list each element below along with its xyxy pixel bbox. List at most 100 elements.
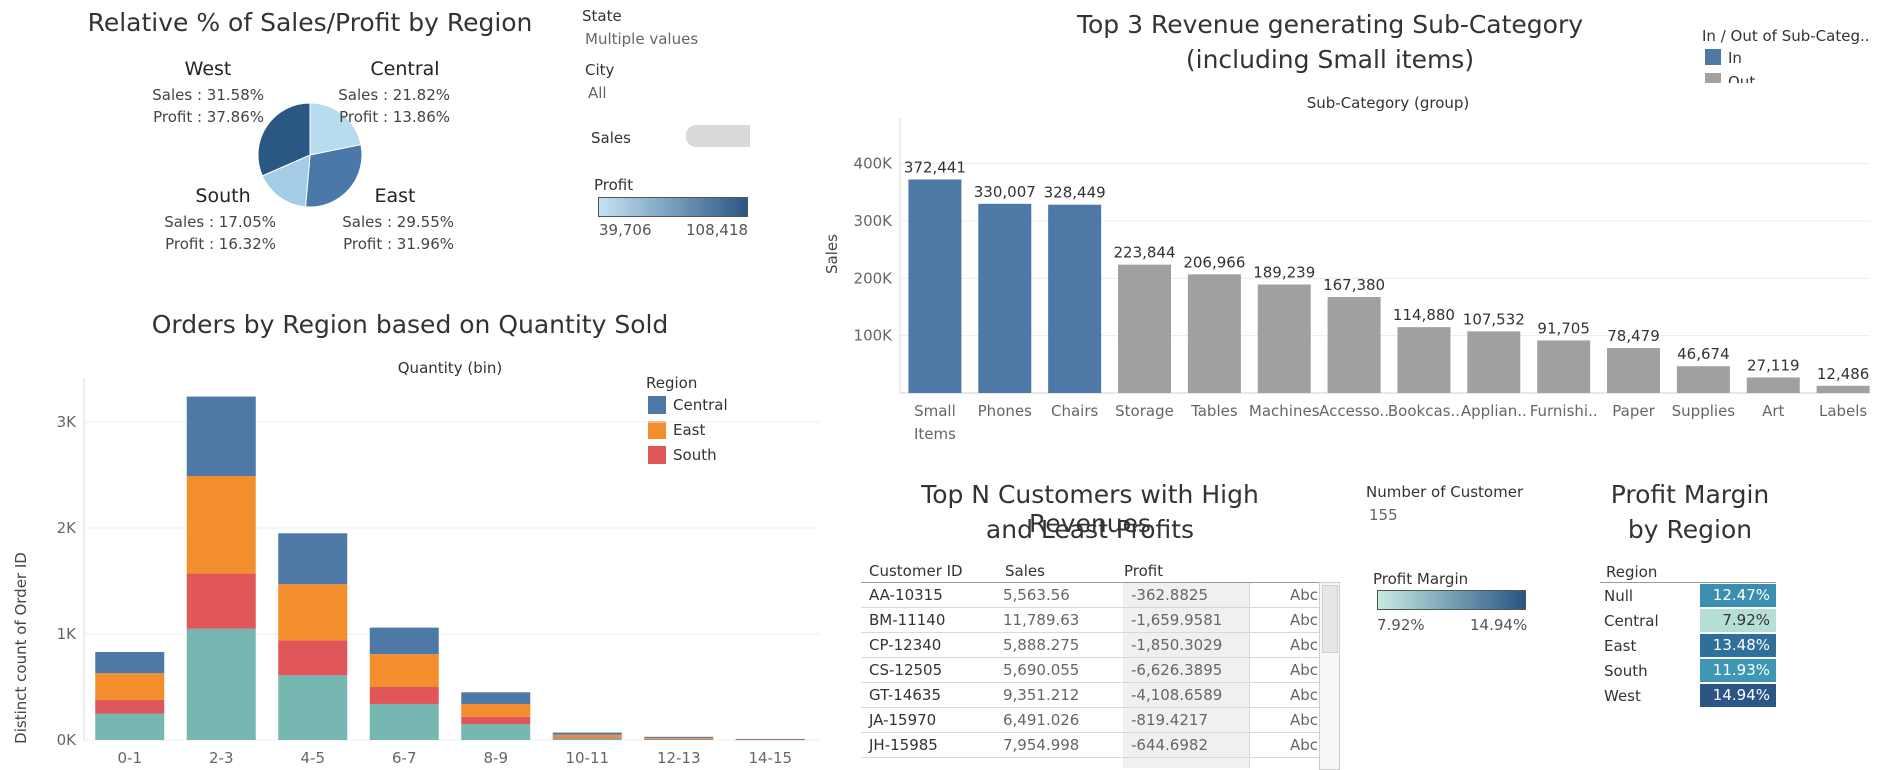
quantity-bar-segment-south[interactable] <box>461 716 531 725</box>
quantity-bar-segment-east[interactable] <box>552 734 622 738</box>
state-filter-value[interactable]: Multiple values <box>585 30 698 48</box>
subcat-bar[interactable] <box>1048 204 1102 393</box>
profit-margin-region-name: Null <box>1604 587 1634 605</box>
quantity-bar-segment-west[interactable] <box>186 628 256 740</box>
col-header-sales[interactable]: Sales <box>1005 562 1045 580</box>
quantity-bar-segment-west[interactable] <box>369 703 439 740</box>
abc-cell: Abc <box>1249 583 1326 608</box>
col-header-profit[interactable]: Profit <box>1124 562 1163 580</box>
quantity-bar-segment-south[interactable] <box>369 687 439 704</box>
profit-margin-region-name: East <box>1604 637 1637 655</box>
subcat-bar[interactable] <box>1257 284 1311 393</box>
quantity-bar-segment-east[interactable] <box>278 584 348 641</box>
subcat-bar[interactable] <box>1537 340 1591 393</box>
subcat-bar[interactable] <box>1676 366 1730 393</box>
subcat-value-label: 189,239 <box>1253 264 1315 282</box>
subcat-bar[interactable] <box>978 203 1032 393</box>
quantity-bar-segment-central[interactable] <box>461 692 531 704</box>
subcat-x-tick-label: Chairs <box>1051 402 1099 420</box>
quantity-bar-segment-west[interactable] <box>278 675 348 740</box>
table-row[interactable]: JA-15970 6,491.026 -819.4217 Abc <box>861 707 1326 733</box>
subcat-x-tick-label: Art <box>1762 402 1784 420</box>
quantity-chart-title: Orders by Region based on Quantity Sold <box>151 310 669 339</box>
quantity-bar-segment-central[interactable] <box>552 732 622 735</box>
quantity-bar-segment-west[interactable] <box>552 738 622 740</box>
subcat-legend-out-clip: Out <box>1700 73 1860 83</box>
subcat-x-tick-label: Bookcas.. <box>1388 402 1460 420</box>
table-row[interactable]: BM-11140 11,789.63 -1,659.9581 Abc <box>861 607 1326 633</box>
city-filter-value[interactable]: All <box>588 84 607 102</box>
subcat-value-label: 27,119 <box>1747 356 1800 374</box>
subcat-bar[interactable] <box>1397 327 1451 393</box>
subcat-x-tick-label: Phones <box>978 402 1032 420</box>
subcat-bar[interactable] <box>1816 385 1870 393</box>
customer-count-value[interactable]: 155 <box>1369 506 1398 524</box>
profit-margin-row[interactable]: Central 7.92% <box>1604 609 1780 634</box>
col-header-customer-id[interactable]: Customer ID <box>869 562 963 580</box>
table-row-partial[interactable] <box>861 757 1326 768</box>
quantity-bar-segment-central[interactable] <box>735 738 805 740</box>
table-row[interactable]: GT-14635 9,351.212 -4,108.6589 Abc <box>861 682 1326 708</box>
profit-margin-title-line2: by Region <box>1627 515 1753 544</box>
quantity-bar-segment-east[interactable] <box>369 654 439 687</box>
quantity-bar-segment-south[interactable] <box>186 573 256 629</box>
quantity-bar-segment-west[interactable] <box>461 724 531 740</box>
customer-id-cell: CP-12340 <box>861 632 995 658</box>
quantity-x-tick-label: 0-1 <box>118 749 143 767</box>
profit-margin-row[interactable]: West 14.94% <box>1604 684 1780 709</box>
subcat-bar[interactable] <box>1187 274 1241 393</box>
subcat-bar[interactable] <box>1746 377 1800 393</box>
sales-cell: 9,351.212 <box>995 682 1123 708</box>
profit-cell: -644.6982 <box>1123 732 1250 758</box>
abc-cell: Abc <box>1249 657 1326 683</box>
subcat-bar[interactable] <box>1467 331 1521 393</box>
sales-range-slider[interactable] <box>686 125 750 147</box>
quantity-bar-segment-east[interactable] <box>186 476 256 574</box>
subcat-bar[interactable] <box>1327 297 1381 393</box>
quantity-bar-segment-east[interactable] <box>95 673 165 700</box>
pie-label-west-name: West <box>184 58 232 80</box>
quantity-bar-segment-central[interactable] <box>95 652 165 674</box>
table-row[interactable]: CP-12340 5,888.275 -1,850.3029 Abc <box>861 632 1326 658</box>
subcat-bar[interactable] <box>1118 264 1172 393</box>
profit-cell: -1,850.3029 <box>1123 632 1250 658</box>
profit-margin-value: 12.47% <box>1700 584 1776 607</box>
subcat-y-tick-label: 400K <box>854 155 894 173</box>
quantity-bar-segment-central[interactable] <box>644 736 714 738</box>
customers-table-scrollbar[interactable] <box>1319 582 1340 770</box>
customer-id-cell: CS-12505 <box>861 657 995 683</box>
quantity-bar-segment-east[interactable] <box>644 737 714 739</box>
profit-margin-row[interactable]: East 13.48% <box>1604 634 1780 659</box>
profit-cell: -819.4217 <box>1123 707 1250 733</box>
quantity-bar-segment-south[interactable] <box>552 737 622 739</box>
state-filter-label: State <box>582 7 622 25</box>
subcat-value-label: 78,479 <box>1607 327 1660 345</box>
quantity-bar-segment-south[interactable] <box>644 738 714 740</box>
subcat-bar[interactable] <box>1607 348 1661 393</box>
quantity-bar-segment-south[interactable] <box>278 640 348 676</box>
quantity-y-tick-label: 1K <box>57 625 78 643</box>
subcat-bar[interactable] <box>908 179 962 393</box>
quantity-bar-segment-central[interactable] <box>186 396 256 477</box>
scrollbar-thumb[interactable] <box>1322 585 1338 653</box>
customers-table-body: AA-10315 5,563.56 -362.8825 Abc BM-11140 11,7… <box>861 583 1326 768</box>
quantity-bar-segment-east[interactable] <box>461 703 531 717</box>
quantity-x-tick-label: 10-11 <box>565 749 609 767</box>
subcat-value-label: 12,486 <box>1817 365 1870 383</box>
pie-slice-east[interactable] <box>304 144 363 208</box>
subcat-legend-out: Out <box>1728 73 1756 83</box>
profit-margin-row[interactable]: South 11.93% <box>1604 659 1780 684</box>
quantity-bar-segment-west[interactable] <box>644 739 714 740</box>
table-row[interactable]: AA-10315 5,563.56 -362.8825 Abc <box>861 583 1326 608</box>
quantity-bar-segment-central[interactable] <box>369 627 439 655</box>
quantity-bar-segment-central[interactable] <box>278 533 348 585</box>
table-row[interactable]: CS-12505 5,690.055 -6,626.3895 Abc <box>861 657 1326 683</box>
profit-margin-region-name: South <box>1604 662 1648 680</box>
quantity-bar-segment-south[interactable] <box>95 699 165 714</box>
sales-cell: 5,690.055 <box>995 657 1123 683</box>
pie-label-south-name: South <box>195 185 251 207</box>
quantity-bar-segment-west[interactable] <box>95 713 165 741</box>
pie-title: Relative % of Sales/Profit by Region <box>87 8 533 37</box>
table-row[interactable]: JH-15985 7,954.998 -644.6982 Abc <box>861 732 1326 758</box>
profit-margin-row[interactable]: Null 12.47% <box>1604 584 1780 609</box>
